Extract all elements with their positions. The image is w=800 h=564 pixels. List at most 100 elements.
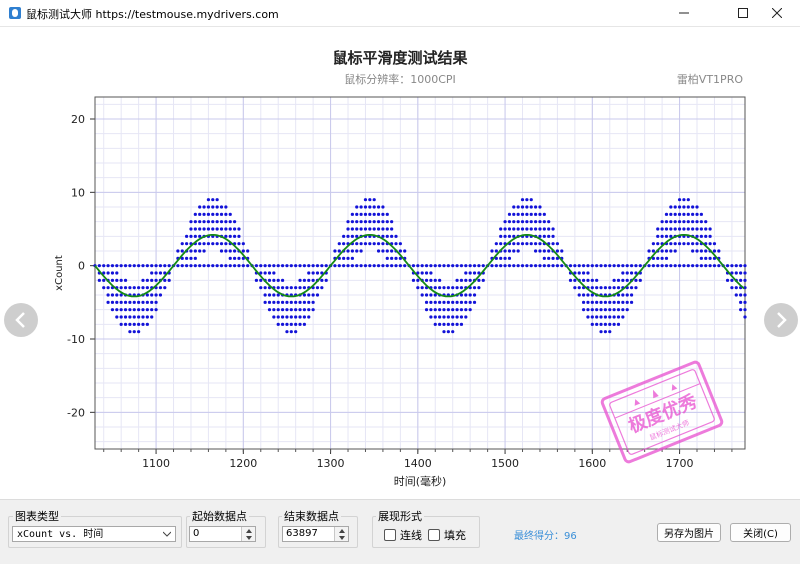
spin-up-icon xyxy=(245,528,252,533)
data-point xyxy=(307,271,311,275)
spin-up-icon xyxy=(338,528,345,533)
x-axis-label: 时间(毫秒) xyxy=(394,474,447,488)
data-point xyxy=(468,308,472,312)
data-point xyxy=(333,264,337,268)
data-point xyxy=(145,264,149,268)
x-tick-label: 1300 xyxy=(317,457,345,470)
data-point xyxy=(534,249,538,253)
data-point xyxy=(180,242,184,246)
data-point xyxy=(451,308,455,312)
data-point xyxy=(180,249,184,253)
data-point xyxy=(398,264,402,268)
data-point xyxy=(625,293,629,297)
close-window-button[interactable] xyxy=(754,0,800,26)
data-point xyxy=(272,300,276,304)
fill-checkbox[interactable]: 填充 xyxy=(428,527,466,543)
data-point xyxy=(123,264,128,268)
data-point xyxy=(612,264,616,268)
prev-chart-button[interactable] xyxy=(4,303,38,337)
chart-type-select[interactable]: xCount vs. 时间 xyxy=(12,526,176,542)
data-point xyxy=(612,300,616,304)
data-point xyxy=(516,205,520,209)
data-point xyxy=(581,271,586,275)
end-point-value: 63897 xyxy=(286,528,318,539)
data-point xyxy=(673,242,677,246)
data-point xyxy=(433,322,437,326)
data-point xyxy=(302,315,306,319)
data-point xyxy=(198,249,202,253)
data-point xyxy=(267,264,272,268)
data-point xyxy=(551,256,555,260)
next-chart-button[interactable] xyxy=(764,303,798,337)
start-down-button[interactable] xyxy=(242,534,255,541)
data-point xyxy=(442,315,446,319)
data-point xyxy=(359,205,363,209)
data-point xyxy=(106,264,110,268)
start-up-button[interactable] xyxy=(242,527,255,534)
data-point xyxy=(372,205,376,209)
line-checkbox[interactable]: 连线 xyxy=(384,527,422,543)
data-point xyxy=(267,271,272,275)
data-point xyxy=(568,264,573,268)
start-point-value: 0 xyxy=(193,528,200,539)
data-point xyxy=(219,242,224,246)
data-point xyxy=(625,300,629,304)
data-point xyxy=(176,264,180,268)
data-point xyxy=(219,264,224,268)
close-button[interactable]: 关闭(C) xyxy=(730,523,791,542)
y-tick-label: -20 xyxy=(67,406,85,419)
data-point xyxy=(342,264,346,268)
data-point xyxy=(137,286,141,290)
data-point xyxy=(446,322,450,326)
data-point xyxy=(739,308,743,312)
data-point xyxy=(520,205,525,209)
data-point xyxy=(664,212,669,216)
data-point xyxy=(198,220,202,224)
data-point xyxy=(494,249,498,253)
data-point xyxy=(416,286,420,290)
data-point xyxy=(704,264,708,268)
data-point xyxy=(145,278,149,282)
end-up-button[interactable] xyxy=(335,527,348,534)
data-point xyxy=(651,242,655,246)
data-point xyxy=(232,220,237,224)
data-point xyxy=(634,264,638,268)
data-point xyxy=(368,227,372,231)
start-point-input[interactable]: 0 xyxy=(189,526,256,542)
data-point xyxy=(734,264,738,268)
data-point xyxy=(708,242,712,246)
data-point xyxy=(145,315,149,319)
data-point xyxy=(206,242,211,246)
data-point xyxy=(499,227,503,231)
data-point xyxy=(202,249,206,253)
data-point xyxy=(420,271,424,275)
data-point xyxy=(193,264,197,268)
data-point xyxy=(677,264,682,268)
data-point xyxy=(385,227,389,231)
end-down-button[interactable] xyxy=(335,534,348,541)
save-image-button[interactable]: 另存为图片 xyxy=(657,523,721,542)
data-point xyxy=(590,264,594,268)
minimize-button[interactable] xyxy=(661,0,707,26)
data-point xyxy=(656,227,660,231)
data-point xyxy=(145,300,149,304)
data-point xyxy=(625,308,629,312)
data-point xyxy=(686,198,690,202)
data-point xyxy=(307,278,311,282)
fill-checkbox-box xyxy=(428,529,440,541)
data-point xyxy=(507,212,512,216)
data-point xyxy=(468,264,472,268)
end-point-input[interactable]: 63897 xyxy=(282,526,349,542)
data-point xyxy=(150,271,154,275)
data-point xyxy=(586,271,590,275)
data-point xyxy=(691,220,695,224)
data-point xyxy=(616,308,621,312)
data-point xyxy=(691,249,695,253)
data-point xyxy=(669,264,673,268)
data-point xyxy=(542,256,546,260)
style-label: 展现形式 xyxy=(376,508,424,524)
data-point xyxy=(193,212,197,216)
data-point xyxy=(307,264,311,268)
data-point xyxy=(608,286,612,290)
data-point xyxy=(538,220,542,224)
